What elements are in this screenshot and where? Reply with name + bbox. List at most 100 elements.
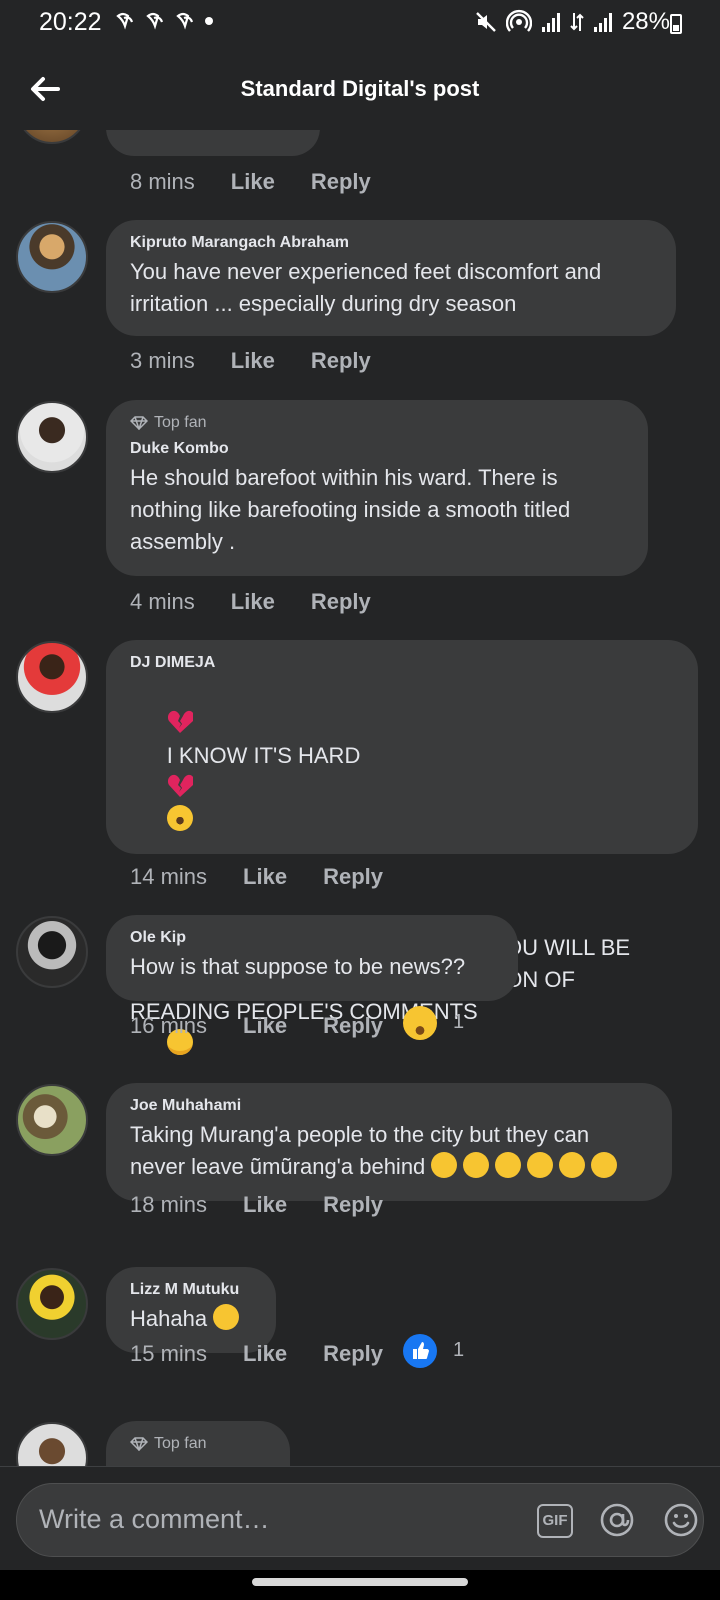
- comment-bubble[interactable]: Ole Kip How is that suppose to be news??: [106, 915, 518, 1001]
- avatar[interactable]: [16, 641, 88, 713]
- mute-icon: [476, 12, 496, 32]
- comment-bubble[interactable]: Joe Muhahami Taking Murang'a people to t…: [106, 1083, 672, 1201]
- comment-text: You have never experienced feet discomfo…: [130, 259, 608, 316]
- comment-bubble[interactable]: Top fan: [106, 1421, 290, 1466]
- commenter-name[interactable]: Lizz M Mutuku: [130, 1281, 252, 1299]
- comment-input[interactable]: Write a comment… GIF: [16, 1483, 704, 1557]
- comment-time: 18 mins: [130, 1192, 208, 1217]
- like-reaction-icon[interactable]: [403, 1334, 437, 1368]
- reaction-count[interactable]: 1: [453, 1339, 464, 1362]
- broken-heart-emoji: [167, 774, 193, 797]
- comment-time: 15 mins: [130, 1341, 208, 1366]
- rofl-emoji: [527, 1152, 554, 1178]
- top-fan-badge: Top fan: [130, 414, 624, 432]
- comment-bubble: [106, 130, 320, 156]
- status-bar: 20:22 28%: [0, 0, 720, 46]
- crying-face-emoji: [166, 805, 193, 831]
- avatar[interactable]: [16, 1268, 88, 1340]
- header: Standard Digital's post: [0, 46, 720, 130]
- status-right: 28%: [474, 8, 670, 36]
- comment-bubble[interactable]: Top fan Duke Kombo He should barefoot wi…: [106, 400, 648, 576]
- battery-percent: 28%: [621, 8, 670, 35]
- reply-button[interactable]: Reply: [323, 1192, 383, 1218]
- home-gesture-bar[interactable]: [252, 1578, 468, 1586]
- status-time: 20:22: [39, 8, 102, 36]
- commenter-name[interactable]: Duke Kombo: [130, 440, 624, 458]
- comment-text: He should barefoot within his ward. Ther…: [130, 465, 577, 554]
- signal-icon: [541, 13, 560, 32]
- comment-composer: Write a comment… GIF: [0, 1466, 720, 1570]
- commenter-name[interactable]: Joe Muhahami: [130, 1097, 648, 1115]
- comment-time: 8 mins: [130, 169, 195, 194]
- comment-placeholder: Write a comment…: [39, 1504, 270, 1534]
- mention-icon[interactable]: [599, 1502, 635, 1538]
- like-button[interactable]: Like: [243, 864, 287, 890]
- comment-text: Hahaha: [130, 1303, 252, 1335]
- comment-bubble[interactable]: Kipruto Marangach Abraham You have never…: [106, 220, 676, 336]
- reply-button[interactable]: Reply: [311, 169, 371, 195]
- like-button[interactable]: Like: [231, 169, 275, 195]
- reply-button[interactable]: Reply: [323, 1013, 383, 1039]
- gif-button[interactable]: GIF: [537, 1504, 573, 1538]
- system-nav-bar: [0, 1570, 720, 1600]
- rofl-emoji: [559, 1152, 586, 1178]
- rofl-emoji: [591, 1152, 618, 1178]
- rofl-emoji: [431, 1152, 458, 1178]
- comment-time: 16 mins: [130, 1013, 208, 1038]
- comment-bubble[interactable]: DJ DIMEJA I KNOW IT'S HARD BUT I BELIEVE…: [106, 640, 698, 1055]
- battery-icon: [670, 14, 682, 34]
- comment-actions: 18 mins Like Reply: [130, 1190, 419, 1220]
- comment-time: 4 mins: [130, 589, 195, 614]
- top-fan-label: Top fan: [154, 1435, 207, 1452]
- commenter-name[interactable]: Ole Kip: [130, 929, 494, 947]
- signal-icon-2: [593, 13, 612, 32]
- diamond-icon: [130, 1437, 148, 1451]
- rofl-emoji: [463, 1152, 490, 1178]
- comments-list[interactable]: 8 mins Like Reply Kipruto Marangach Abra…: [0, 130, 720, 1466]
- avatar[interactable]: [16, 1422, 88, 1466]
- avatar[interactable]: [16, 1084, 88, 1156]
- comment-actions: 16 mins Like Reply 1: [130, 1006, 464, 1041]
- reaction-count[interactable]: 1: [453, 1011, 464, 1034]
- joy-emoji: [213, 1304, 240, 1330]
- app-notification-icon: [146, 12, 164, 30]
- comment-actions: 4 mins Like Reply: [130, 587, 407, 617]
- comment-actions: 14 mins Like Reply: [130, 862, 419, 892]
- comment-time: 14 mins: [130, 864, 208, 889]
- reply-button[interactable]: Reply: [311, 348, 371, 374]
- more-notifications-dot-icon: [205, 17, 213, 25]
- app-notification-icon: [116, 12, 134, 30]
- page-title: Standard Digital's post: [240, 76, 480, 101]
- notification-icons: [114, 10, 214, 32]
- commenter-name[interactable]: Kipruto Marangach Abraham: [130, 234, 652, 252]
- comment-text-body: Taking Murang'a people to the city but t…: [130, 1122, 596, 1179]
- comment-actions: 15 mins Like Reply 1: [130, 1334, 464, 1369]
- like-button[interactable]: Like: [243, 1341, 287, 1367]
- reply-button[interactable]: Reply: [311, 589, 371, 615]
- thumbs-up-icon: [413, 1342, 429, 1359]
- avatar[interactable]: [16, 221, 88, 293]
- reply-button[interactable]: Reply: [323, 864, 383, 890]
- comment-time: 3 mins: [130, 348, 195, 373]
- top-fan-label: Top fan: [154, 414, 207, 431]
- top-fan-badge: Top fan: [130, 1435, 266, 1453]
- like-button[interactable]: Like: [243, 1192, 287, 1218]
- comment-actions: 3 mins Like Reply: [130, 346, 407, 376]
- commenter-name[interactable]: DJ DIMEJA: [130, 654, 674, 672]
- comment-actions: 8 mins Like Reply: [130, 167, 407, 197]
- rofl-emoji: [495, 1152, 522, 1178]
- like-button[interactable]: Like: [231, 348, 275, 374]
- comment-text: Taking Murang'a people to the city but t…: [130, 1119, 648, 1183]
- like-button[interactable]: Like: [231, 589, 275, 615]
- avatar[interactable]: [16, 130, 88, 144]
- avatar[interactable]: [16, 916, 88, 988]
- emoji-icon[interactable]: [663, 1502, 699, 1538]
- app-notification-icon: [176, 12, 194, 30]
- comment-text: How is that suppose to be news??: [130, 954, 466, 979]
- comment-text-line1: I KNOW IT'S HARD: [166, 743, 361, 768]
- diamond-icon: [130, 416, 148, 430]
- sad-reaction-icon[interactable]: [403, 1006, 437, 1040]
- avatar[interactable]: [16, 401, 88, 473]
- reply-button[interactable]: Reply: [323, 1341, 383, 1367]
- like-button[interactable]: Like: [243, 1013, 287, 1039]
